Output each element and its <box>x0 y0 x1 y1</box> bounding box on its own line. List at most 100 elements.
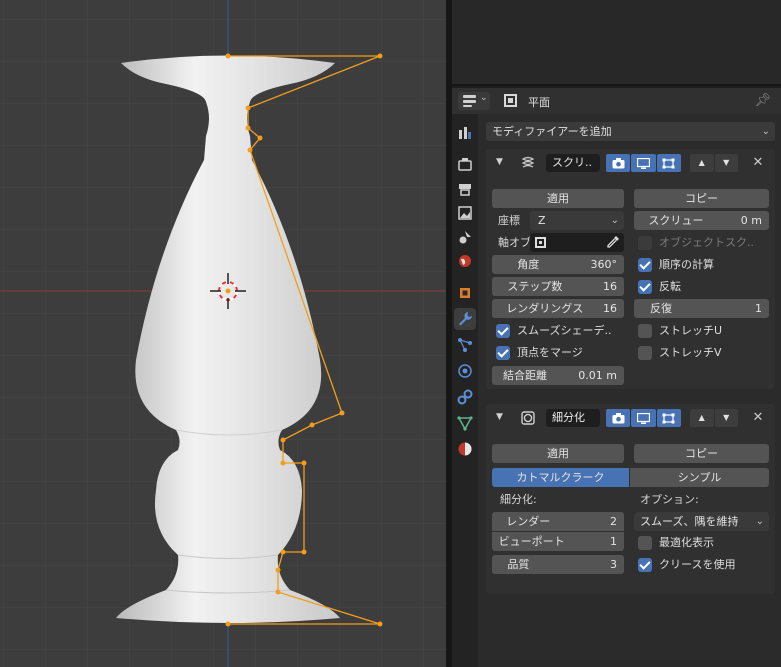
tab-physics[interactable] <box>454 360 476 382</box>
move-up-button[interactable]: ▲ <box>690 409 714 427</box>
screw-modifier-icon <box>521 156 535 168</box>
subsurf-modifier-name[interactable]: 細分化 <box>546 409 600 427</box>
object-screw-checkbox[interactable]: オブジェクトスク.. <box>638 235 754 251</box>
show-in-viewport-toggle[interactable] <box>631 409 656 427</box>
eyedropper-icon[interactable] <box>606 235 620 249</box>
use-creases-checkbox[interactable]: クリースを使用 <box>638 557 735 573</box>
collapse-triangle-icon[interactable]: ▼ <box>496 157 503 167</box>
camera-icon <box>612 157 625 168</box>
delete-modifier-button[interactable]: ✕ <box>750 409 766 427</box>
outliner-area[interactable] <box>452 0 781 86</box>
uv-smooth-dropdown[interactable]: スムーズ、隅を維持 ⌄ <box>634 512 769 531</box>
show-in-editmode-toggle[interactable] <box>606 154 631 172</box>
subsurf-modifier-panel: ▼ 細分化 ▲ ▼ ✕ 適用 コピー カトマルクラーク シンプル 細分化: オプ… <box>486 404 775 594</box>
merge-distance-value: 0.01 m <box>578 369 617 382</box>
data-icon <box>457 416 473 431</box>
collapse-triangle-icon[interactable]: ▼ <box>496 412 503 422</box>
tab-world[interactable] <box>454 250 476 272</box>
render-steps-field[interactable]: レンダリングス 16 <box>492 299 624 318</box>
tab-scene[interactable] <box>454 226 476 248</box>
stretch-v-checkbox[interactable]: ストレッチV <box>638 345 722 361</box>
pin-icon[interactable]: 📌︎ <box>754 93 771 108</box>
axis-dropdown[interactable]: Z ⌄ <box>530 211 624 230</box>
checkbox-box <box>638 558 652 572</box>
editor-type-button[interactable]: ⌄ <box>458 92 490 110</box>
output-icon <box>459 184 471 196</box>
optimal-display-checkbox[interactable]: 最適化表示 <box>638 535 714 551</box>
angle-field[interactable]: 角度 360° <box>492 255 624 274</box>
delete-modifier-button[interactable]: ✕ <box>750 154 766 172</box>
object-icon <box>460 288 470 298</box>
object-icon <box>535 237 546 248</box>
viewport-levels-field[interactable]: ビューポート 1 <box>492 532 624 551</box>
screw-offset-value: 0 m <box>740 214 762 227</box>
screw-modifier-name[interactable]: スクリ.. <box>546 154 600 172</box>
tab-constraints[interactable] <box>454 386 476 408</box>
subdivision-label: 細分化: <box>500 493 537 506</box>
render-levels-field[interactable]: レンダー 2 <box>492 512 624 531</box>
axis-value: Z <box>538 214 546 227</box>
3d-viewport[interactable] <box>0 0 446 667</box>
calc-order-label: 順序の計算 <box>659 258 714 271</box>
steps-label: ステップ数 <box>507 280 563 293</box>
render-steps-label: レンダリングス <box>506 302 584 315</box>
merge-vertices-checkbox[interactable]: 頂点をマージ <box>496 345 583 361</box>
screw-modifier-header[interactable]: ▼ スクリ.. ▲ ▼ ✕ <box>486 149 775 177</box>
catmull-clark-button[interactable]: カトマルクラーク <box>492 468 629 487</box>
tab-output[interactable] <box>454 178 476 200</box>
checkbox-box <box>638 324 652 338</box>
tab-material[interactable] <box>454 438 476 460</box>
chevron-down-icon: ⌄ <box>761 126 770 137</box>
object-name: 平面 <box>528 96 550 109</box>
world-icon <box>459 255 471 267</box>
simple-button[interactable]: シンプル <box>630 468 769 487</box>
screw-offset-label: スクリュー <box>648 214 704 227</box>
merge-distance-label: 結合距離 <box>503 369 547 382</box>
apply-button[interactable]: 適用 <box>492 444 624 463</box>
smooth-shading-checkbox[interactable]: スムーズシェーデ.. <box>496 323 611 339</box>
screw-offset-field[interactable]: スクリュー 0 m <box>634 211 769 230</box>
move-up-button[interactable]: ▲ <box>690 154 714 172</box>
show-in-render-toggle[interactable] <box>656 154 681 172</box>
copy-button[interactable]: コピー <box>634 444 769 463</box>
smooth-shading-label: スムーズシェーデ.. <box>517 324 612 337</box>
tab-modifiers[interactable] <box>454 308 476 330</box>
move-down-button[interactable]: ▼ <box>714 154 738 172</box>
view-layer-icon <box>458 206 472 220</box>
tab-view-layer[interactable] <box>454 202 476 224</box>
merge-distance-field[interactable]: 結合距離 0.01 m <box>492 366 624 385</box>
visibility-toggles <box>606 409 681 427</box>
tab-object[interactable] <box>454 282 476 304</box>
calc-order-checkbox[interactable]: 順序の計算 <box>638 257 714 273</box>
camera-icon <box>612 412 625 423</box>
stretch-u-checkbox[interactable]: ストレッチU <box>638 323 722 339</box>
apply-button[interactable]: 適用 <box>492 189 624 208</box>
copy-button[interactable]: コピー <box>634 189 769 208</box>
show-in-render-toggle[interactable] <box>656 409 681 427</box>
axis-label: 座標 <box>498 214 520 227</box>
show-in-viewport-toggle[interactable] <box>631 154 656 172</box>
iterations-field[interactable]: 反復 1 <box>634 299 769 318</box>
screw-modifier-panel: ▼ スクリ.. ▲ ▼ ✕ 適用 コピー 座標 Z ⌄ スクリュー 0 m 軸オ… <box>486 149 775 389</box>
angle-label: 角度 <box>517 258 540 271</box>
quality-value: 3 <box>610 558 617 571</box>
checkbox-box <box>638 236 652 250</box>
properties-tabs <box>452 114 478 667</box>
axis-object-field[interactable] <box>530 233 624 252</box>
quality-field[interactable]: 品質 3 <box>492 555 624 574</box>
show-in-editmode-toggle[interactable] <box>606 409 631 427</box>
object-screw-label: オブジェクトスク.. <box>659 236 754 249</box>
properties-editor-icon <box>463 95 476 107</box>
steps-field[interactable]: ステップ数 16 <box>492 277 624 296</box>
tab-particles[interactable] <box>454 334 476 356</box>
move-down-button[interactable]: ▼ <box>714 409 738 427</box>
add-modifier-dropdown[interactable]: モディファイアーを追加 ⌄ <box>486 122 775 141</box>
tab-data[interactable] <box>454 412 476 434</box>
flip-checkbox[interactable]: 反転 <box>638 279 681 295</box>
tab-tool[interactable] <box>454 122 476 144</box>
subsurf-modifier-header[interactable]: ▼ 細分化 ▲ ▼ ✕ <box>486 404 775 432</box>
tab-render[interactable] <box>454 154 476 176</box>
editmode-icon <box>662 413 675 423</box>
viewport-levels-label: ビューポート <box>498 535 565 548</box>
options-label: オプション: <box>640 493 699 506</box>
